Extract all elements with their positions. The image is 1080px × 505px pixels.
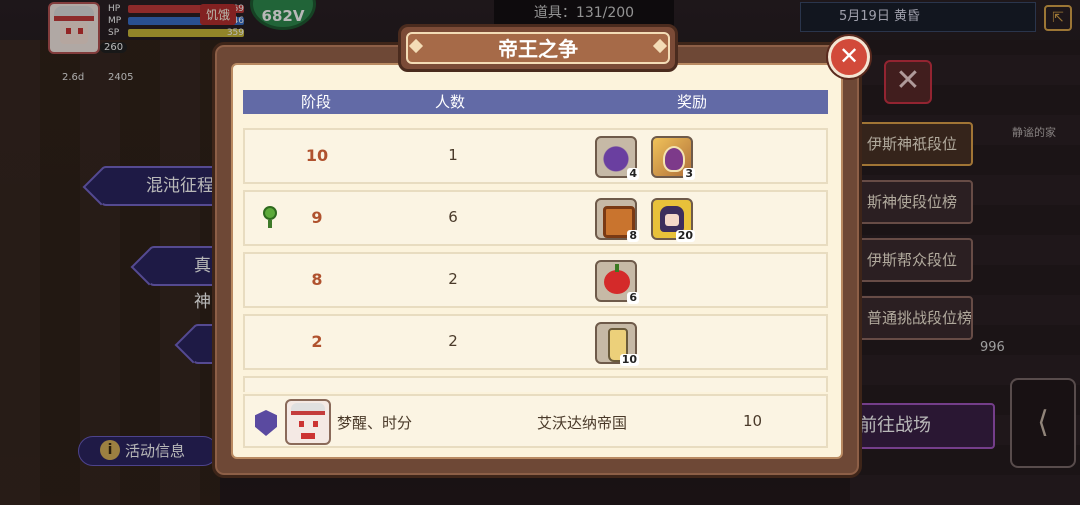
people-value: 1 [448, 146, 458, 164]
reward-count: 10 [619, 353, 639, 366]
people-value: 6 [448, 208, 458, 226]
stage-value: 10 [305, 146, 329, 165]
reward-count: 3 [683, 167, 695, 180]
table-row-partial [243, 376, 828, 392]
purple-orb-icon[interactable]: 4 [595, 136, 639, 180]
header-stage: 阶段 [301, 93, 332, 111]
orange-octagon-icon[interactable]: 8 [595, 198, 639, 242]
table-row: 8 2 6 [243, 252, 828, 308]
people-value: 2 [448, 332, 458, 350]
table-row: 10 1 4 3 [243, 128, 828, 184]
player-stage: 10 [743, 412, 763, 430]
table-row: 2 2 10 [243, 314, 828, 370]
dialog-title: 帝王之争 [406, 32, 670, 64]
stage-value: 2 [311, 332, 323, 351]
my-rank-bar: 梦醒、时分 艾沃达纳帝国 10 [243, 394, 828, 448]
close-button[interactable]: ✕ [828, 36, 870, 78]
stage-list[interactable]: 10 1 4 3 9 6 8 20 8 2 6 2 2 10 [243, 120, 828, 392]
player-empire: 艾沃达纳帝国 [537, 414, 628, 432]
header-reward: 奖励 [677, 93, 708, 111]
rank-shield-icon [255, 410, 277, 436]
avatar[interactable] [285, 399, 331, 445]
current-stage-pin-icon [263, 206, 277, 228]
gold-potion-icon[interactable]: 3 [651, 136, 695, 180]
table-row: 9 6 8 20 [243, 190, 828, 246]
people-value: 2 [448, 270, 458, 288]
reward-count: 4 [627, 167, 639, 180]
player-name: 梦醒、时分 [337, 414, 413, 432]
red-apple-icon[interactable]: 6 [595, 260, 639, 304]
dialog-title-plate: 帝王之争 [398, 24, 678, 72]
reward-count: 6 [627, 291, 639, 304]
girl-portrait-icon[interactable]: 20 [651, 198, 695, 242]
table-header: 阶段 人数 奖励 [243, 90, 828, 114]
reward-count: 8 [627, 229, 639, 242]
header-people: 人数 [435, 93, 466, 111]
yellow-bottle-icon[interactable]: 10 [595, 322, 639, 366]
stage-value: 8 [311, 270, 323, 289]
stage-value: 9 [311, 208, 323, 227]
reward-count: 20 [675, 229, 695, 242]
